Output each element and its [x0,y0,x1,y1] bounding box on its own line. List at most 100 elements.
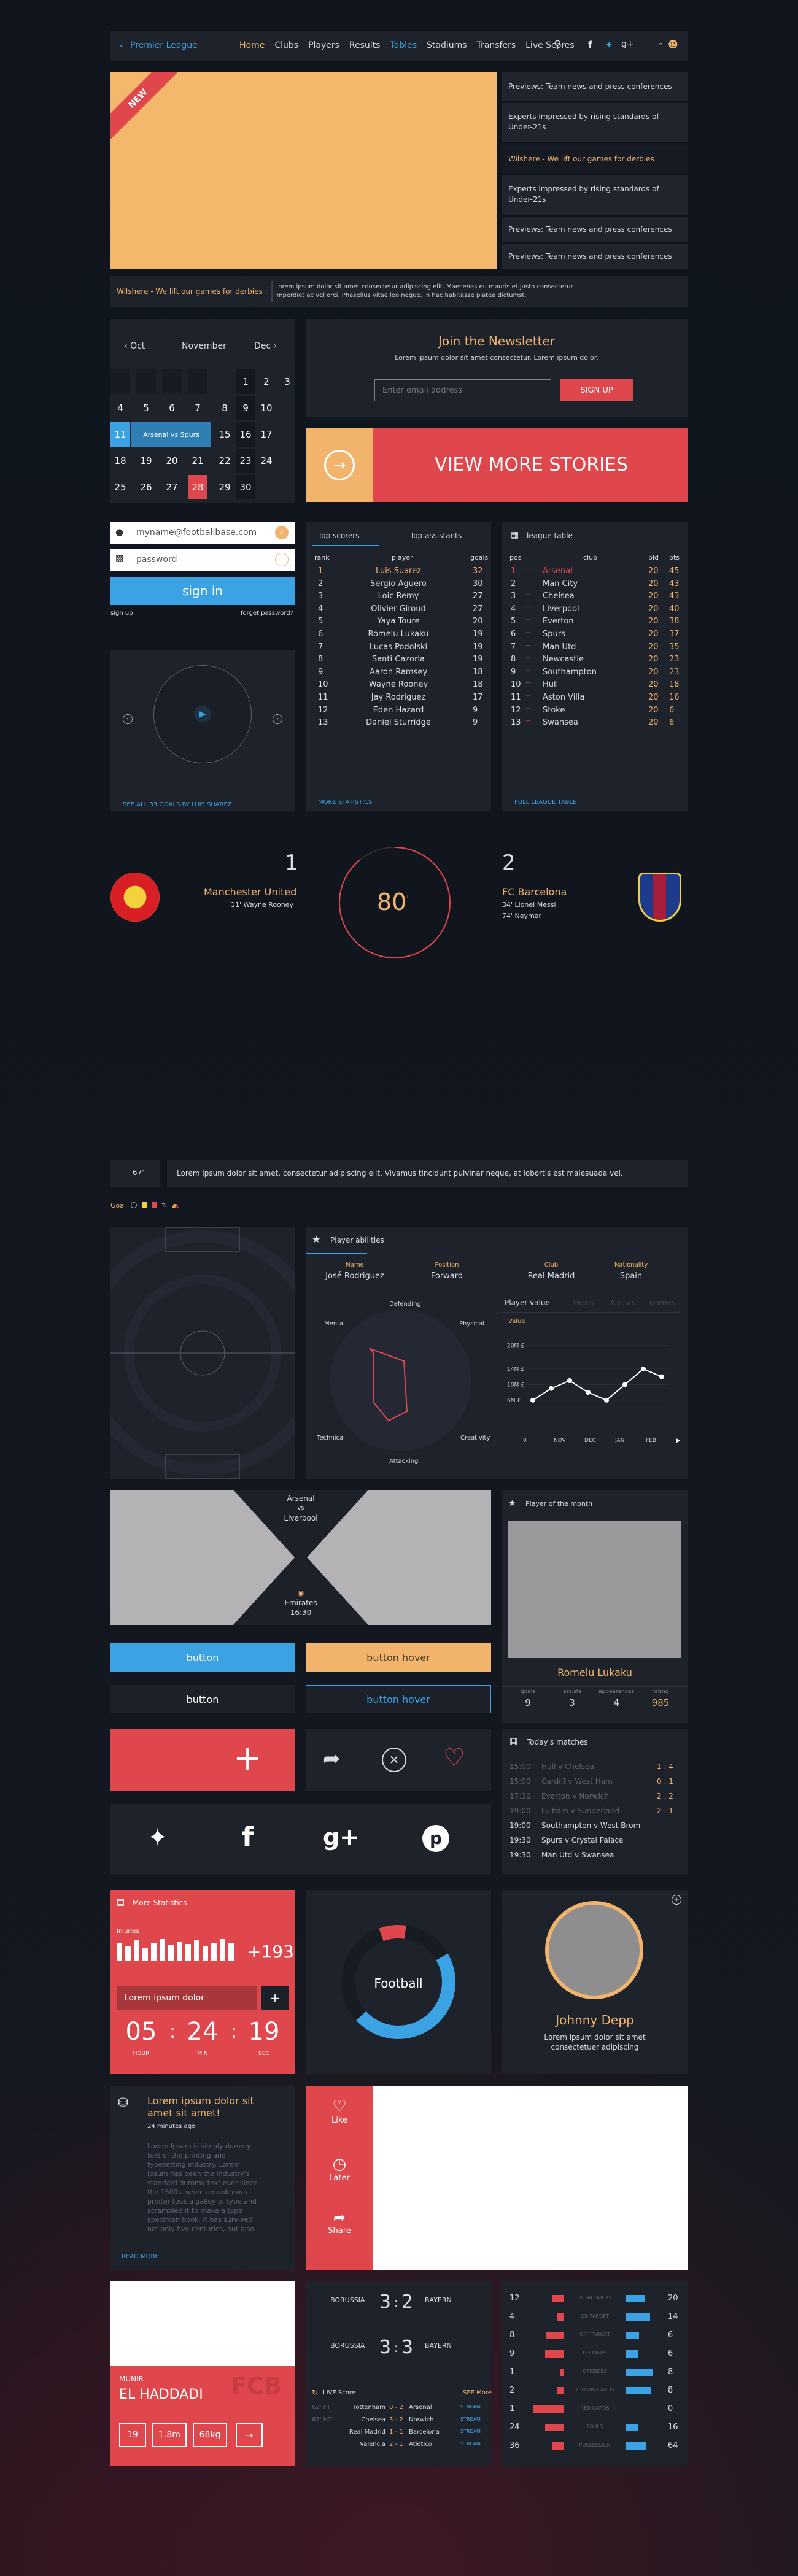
news-item[interactable]: Previews: Team news and press conference… [502,244,688,269]
secondary-button-hover[interactable]: button hover [306,1685,491,1713]
twitter-icon[interactable]: ✦ [147,1824,168,1852]
calendar-day[interactable]: 1 [236,369,255,394]
table-row[interactable]: 11 Jay Rodriguez 17 [306,691,491,704]
match-teams[interactable]: Fulham v Sunderland [541,1807,619,1815]
club-cell[interactable]: Liverpool [543,604,579,614]
player-cell[interactable]: Eden Hazard [306,706,491,715]
player-cell[interactable]: Olivier Giroud [306,604,491,614]
play-icon[interactable]: ▶ [194,706,211,723]
match-teams[interactable]: Hull v Chelsea [541,1762,594,1771]
club-cell[interactable]: Arsenal [543,566,573,576]
player-cell[interactable]: Daniel Sturridge [306,718,491,727]
table-row[interactable]: 13 — Swansea 20 6 [502,716,688,729]
read-more-link[interactable]: READ MORE [122,2253,159,2260]
google-plus-icon[interactable]: g+ [323,1824,359,1851]
news-item[interactable]: Previews: Team news and press conference… [502,72,688,101]
list-item[interactable]: 19:30 Spurs v Crystal Palace [502,1834,688,1848]
table-row[interactable]: 7 — Man Utd 20 35 [502,641,688,654]
table-row[interactable]: 10 Wayne Rooney 18 [306,678,491,691]
tab-top-scorers[interactable]: Top scorers [318,531,360,540]
list-item[interactable]: 15:00 Cardiff v West Ham 0 : 1 [502,1775,688,1789]
calendar-day[interactable]: 26 [136,475,156,499]
away-team-name[interactable]: FC Barcelona [502,886,567,898]
table-row[interactable]: 2 — Man City 20 43 [502,577,688,590]
calendar-day[interactable]: 16 [236,422,255,447]
calendar-day-selected[interactable]: 11 [110,422,130,447]
table-row[interactable]: 12 Eden Hazard 9 [306,704,491,717]
calendar-day[interactable]: 30 [236,475,255,499]
calendar-day[interactable]: 6 [162,396,182,420]
nav-live-scores[interactable]: Live Scores [525,40,575,50]
match-teams[interactable]: Cardiff v West Ham [541,1777,613,1786]
live-row[interactable]: Valencia 2 - 1 Atletico STREAM [306,2439,491,2451]
nav-stadiums[interactable]: Stadiums [427,40,467,50]
table-row[interactable]: 8 — Newcastle 20 23 [502,653,688,666]
forgot-password-link[interactable]: forget password? [241,610,293,617]
club-cell[interactable]: Hull [543,680,558,689]
calendar-day[interactable]: 23 [236,449,255,473]
calendar-day[interactable]: 4 [110,396,130,420]
calendar-prev[interactable]: ‹ Oct [124,341,145,351]
match-teams[interactable]: Southampton v West Brom [541,1821,640,1830]
nav-results[interactable]: Results [349,40,381,50]
view-more-stories-button[interactable]: → VIEW MORE STORIES [306,428,688,502]
stat-input[interactable] [117,1986,257,2010]
calendar-day[interactable]: 2 [257,369,276,394]
table-row[interactable]: 13 Daniel Sturridge 9 [306,716,491,729]
table-row[interactable]: 1 — Arsenal 20 45 [502,565,688,577]
nav-players[interactable]: Players [308,40,339,50]
table-row[interactable]: 3 Loic Remy 27 [306,590,491,603]
player-cell[interactable]: Romelu Lukaku [306,630,491,639]
calendar-day[interactable] [110,369,130,394]
table-row[interactable]: 5 — Everton 20 38 [502,615,688,628]
google-plus-icon[interactable]: g+ [621,39,634,49]
calendar-day[interactable]: 10 [257,396,276,420]
match-teams[interactable]: Spurs v Crystal Palace [541,1836,623,1845]
table-row[interactable]: 9 Aaron Ramsey 18 [306,666,491,679]
player-cell[interactable]: Wayne Rooney [306,680,491,689]
share-action[interactable]: ➦ Share [306,2209,373,2235]
table-row[interactable]: 6 — Spurs 20 37 [502,628,688,641]
table-row[interactable]: 2 Sergio Aguero 30 [306,577,491,590]
club-cell[interactable]: Aston Villa [543,693,585,702]
live-row[interactable]: 62' FT Tottenham 0 - 2 Arsenal STREAM [306,2402,491,2414]
nav-clubs[interactable]: Clubs [274,40,298,50]
facebook-icon[interactable]: f [242,1821,254,1853]
list-item[interactable]: 19:00 Fulham v Sunderland 2 : 1 [502,1804,688,1819]
nav-home[interactable]: Home [239,40,265,50]
tab-assists[interactable]: Assists [610,1298,635,1307]
calendar-day[interactable]: 8 [215,396,234,420]
club-cell[interactable]: Everton [543,617,574,626]
chevron-down-icon[interactable]: ⌄ [118,40,125,49]
fixture-banner[interactable]: Arsenal vs Liverpool ◉ Emirates 16:30 [110,1490,491,1625]
club-cell[interactable]: Spurs [543,630,565,639]
live-row[interactable]: Real Madrid 1 - 1 Barcelona STREAM [306,2426,491,2439]
user-icon[interactable]: ☻ [668,39,678,50]
club-cell[interactable]: Swansea [543,718,578,727]
signin-button[interactable]: sign in [110,577,295,605]
table-row[interactable]: 1 Luis Suarez 32 [306,565,491,577]
player-cell[interactable]: Sergio Aguero [306,579,491,588]
chevron-down-icon[interactable]: ⌄ [657,38,664,47]
table-row[interactable]: 6 Romelu Lukaku 19 [306,628,491,641]
calendar-day[interactable]: 19 [136,449,156,473]
player-cell[interactable]: Aaron Ramsey [306,668,491,677]
share-icon[interactable]: ➦ [323,1746,341,1771]
article-title[interactable]: Lorem ipsum dolor sit amet sit amet! [147,2095,258,2119]
player-cell[interactable]: Jay Rodriguez [306,693,491,702]
table-row[interactable]: 11 — Aston Villa 20 16 [502,691,688,704]
twitter-icon[interactable]: ✦ [605,39,613,50]
calendar-day[interactable]: 17 [257,422,276,447]
more-statistics-link[interactable]: MORE STATISTICS [318,799,372,806]
table-row[interactable]: 10 — Hull 20 18 [502,678,688,691]
calendar-day[interactable]: 25 [110,475,130,499]
nav-tables[interactable]: Tables [390,40,417,50]
later-action[interactable]: ◷ Later [306,2155,373,2183]
add-circle-icon[interactable]: + [672,1895,681,1905]
calendar-day[interactable]: 9 [236,396,255,420]
tab-games[interactable]: Games [649,1298,675,1307]
search-icon[interactable]: ⚲ [554,39,561,51]
calendar-day[interactable]: 18 [110,449,130,473]
primary-button[interactable]: button [110,1643,295,1672]
table-row[interactable]: 4 — Liverpool 20 40 [502,603,688,615]
